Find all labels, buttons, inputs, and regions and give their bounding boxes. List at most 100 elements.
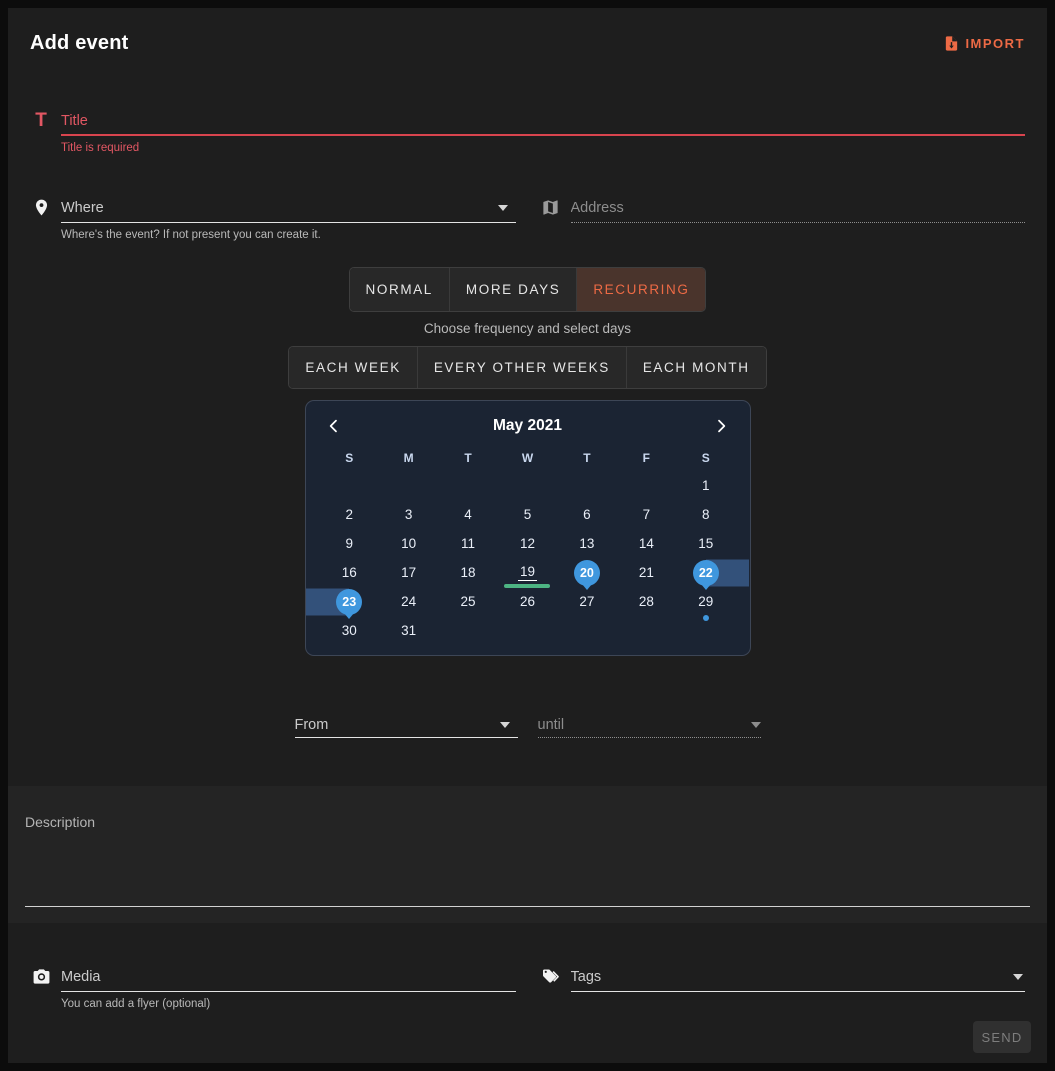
- calendar-day-header: F: [617, 445, 676, 471]
- tags-select[interactable]: Tags: [571, 963, 1026, 992]
- calendar-empty-cell: [498, 616, 557, 645]
- calendar-day[interactable]: 17: [379, 558, 438, 587]
- frequency-each-month[interactable]: EACH MONTH: [626, 347, 766, 388]
- dialog-header: Add event IMPORT: [8, 8, 1047, 55]
- calendar-day[interactable]: 13: [557, 529, 616, 558]
- calendar-day-header: T: [438, 445, 497, 471]
- title-input[interactable]: Title: [61, 107, 1025, 136]
- tags-field[interactable]: Tags: [540, 963, 1026, 1010]
- calendar-empty-cell: [557, 471, 616, 500]
- calendar-day[interactable]: 21: [617, 558, 676, 587]
- chevron-left-icon: [326, 418, 342, 434]
- until-select[interactable]: until: [538, 712, 761, 738]
- title-placeholder: Title: [61, 113, 1025, 129]
- title-text-icon: T: [30, 107, 52, 154]
- calendar-empty-cell: [617, 616, 676, 645]
- frequency-each-week[interactable]: EACH WEEK: [289, 347, 416, 388]
- map-icon: [540, 194, 562, 241]
- calendar-day[interactable]: 5: [498, 500, 557, 529]
- tab-more-days[interactable]: MORE DAYS: [449, 268, 576, 311]
- calendar-day[interactable]: 23: [320, 587, 379, 616]
- page-title: Add event: [30, 32, 128, 55]
- calendar-day[interactable]: 10: [379, 529, 438, 558]
- calendar-day[interactable]: 9: [320, 529, 379, 558]
- description-label: Description: [25, 814, 1030, 830]
- media-placeholder: Media: [61, 969, 516, 985]
- calendar-day[interactable]: 27: [557, 587, 616, 616]
- title-row: T Title Title is required: [8, 107, 1047, 154]
- calendar-day[interactable]: 16: [320, 558, 379, 587]
- calendar-day[interactable]: 14: [617, 529, 676, 558]
- calendar-day[interactable]: 29: [676, 587, 735, 616]
- calendar-day[interactable]: 2: [320, 500, 379, 529]
- calendar-day[interactable]: 4: [438, 500, 497, 529]
- calendar-day-header: S: [676, 445, 735, 471]
- camera-icon: [30, 963, 52, 1010]
- import-button[interactable]: IMPORT: [943, 35, 1025, 52]
- calendar-day[interactable]: 26: [498, 587, 557, 616]
- calendar-header: May 2021: [320, 409, 736, 443]
- where-select[interactable]: Where: [61, 194, 516, 223]
- from-field[interactable]: From: [295, 712, 518, 738]
- file-import-icon: [943, 35, 960, 52]
- address-placeholder: Address: [571, 200, 1026, 216]
- calendar-day-header: W: [498, 445, 557, 471]
- send-button[interactable]: SEND: [973, 1021, 1031, 1053]
- calendar-day[interactable]: 15: [676, 529, 735, 558]
- title-field[interactable]: T Title Title is required: [30, 107, 1025, 154]
- location-row: Where Where's the event? If not present …: [8, 194, 1047, 241]
- calendar-empty-cell: [379, 471, 438, 500]
- chevron-right-icon: [713, 418, 729, 434]
- tab-recurring[interactable]: RECURRING: [576, 268, 705, 311]
- calendar-day[interactable]: 11: [438, 529, 497, 558]
- chevron-down-icon: [1013, 974, 1023, 980]
- frequency-every-other-weeks[interactable]: EVERY OTHER WEEKS: [417, 347, 626, 388]
- frequency-hint: Choose frequency and select days: [8, 321, 1047, 336]
- event-mode-tabs: NORMAL MORE DAYS RECURRING: [8, 267, 1047, 312]
- where-field[interactable]: Where Where's the event? If not present …: [30, 194, 516, 241]
- calendar-day[interactable]: 12: [498, 529, 557, 558]
- from-select[interactable]: From: [295, 712, 518, 738]
- description-field[interactable]: Description: [8, 786, 1047, 923]
- import-label: IMPORT: [965, 36, 1025, 51]
- calendar-day-header: S: [320, 445, 379, 471]
- calendar-empty-cell: [438, 616, 497, 645]
- tab-normal[interactable]: NORMAL: [350, 268, 449, 311]
- calendar-day[interactable]: 22: [676, 558, 735, 587]
- calendar-day[interactable]: 8: [676, 500, 735, 529]
- until-field[interactable]: until: [538, 712, 761, 738]
- calendar: May 2021 SMTWTFS123456789101112131415161…: [305, 400, 751, 656]
- calendar-day[interactable]: 20: [557, 558, 616, 587]
- calendar-day[interactable]: 18: [438, 558, 497, 587]
- media-input[interactable]: Media: [61, 963, 516, 992]
- calendar-prev-button[interactable]: [326, 418, 342, 434]
- calendar-day[interactable]: 19: [498, 558, 557, 587]
- calendar-empty-cell: [438, 471, 497, 500]
- address-field[interactable]: Address: [540, 194, 1026, 241]
- frequency-options: EACH WEEK EVERY OTHER WEEKS EACH MONTH: [8, 346, 1047, 389]
- add-event-dialog: Add event IMPORT T Title Title is requir…: [8, 8, 1047, 1063]
- media-field[interactable]: Media You can add a flyer (optional): [30, 963, 516, 1010]
- where-placeholder: Where: [61, 200, 498, 216]
- calendar-day[interactable]: 28: [617, 587, 676, 616]
- until-placeholder: until: [538, 717, 751, 733]
- calendar-day[interactable]: 24: [379, 587, 438, 616]
- calendar-day[interactable]: 1: [676, 471, 735, 500]
- calendar-empty-cell: [676, 616, 735, 645]
- calendar-day[interactable]: 30: [320, 616, 379, 645]
- tags-icon: [540, 963, 562, 1010]
- title-error: Title is required: [61, 142, 1025, 154]
- calendar-day[interactable]: 25: [438, 587, 497, 616]
- calendar-day[interactable]: 6: [557, 500, 616, 529]
- calendar-empty-cell: [617, 471, 676, 500]
- address-input[interactable]: Address: [571, 194, 1026, 223]
- chevron-down-icon: [751, 722, 761, 728]
- calendar-day-header: T: [557, 445, 616, 471]
- calendar-day[interactable]: 7: [617, 500, 676, 529]
- calendar-day[interactable]: 31: [379, 616, 438, 645]
- media-tags-row: Media You can add a flyer (optional) Tag…: [8, 963, 1047, 1010]
- calendar-next-button[interactable]: [713, 418, 729, 434]
- chevron-down-icon: [500, 722, 510, 728]
- calendar-day[interactable]: 3: [379, 500, 438, 529]
- where-helper: Where's the event? If not present you ca…: [61, 229, 516, 241]
